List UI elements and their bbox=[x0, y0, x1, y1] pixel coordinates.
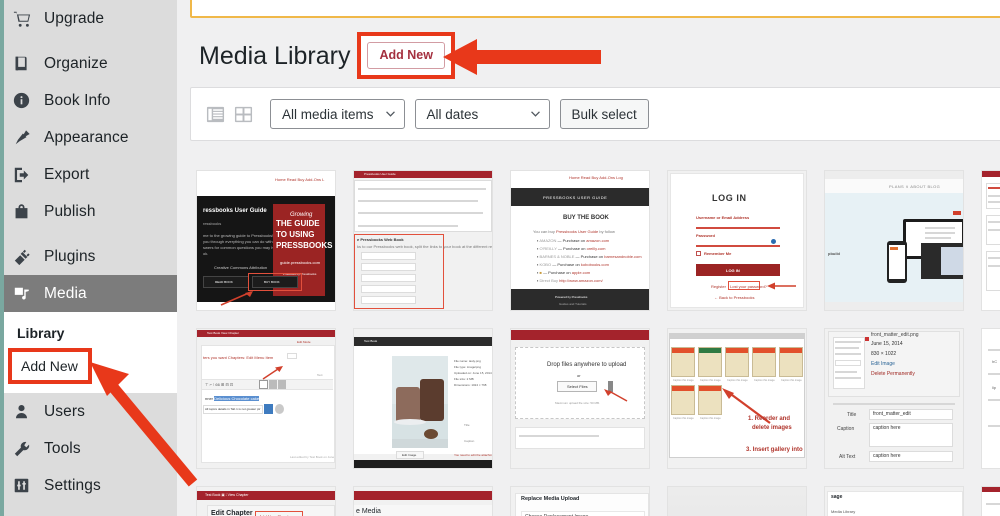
media-item[interactable]: Caption this image Caption this image Ca… bbox=[667, 328, 807, 469]
page-title: Media Library bbox=[199, 41, 351, 70]
brush-icon bbox=[13, 128, 39, 148]
info-icon bbox=[13, 91, 39, 111]
book-icon bbox=[13, 54, 39, 74]
sidebar-item-plugins[interactable]: Plugins bbox=[4, 238, 177, 275]
sidebar-item-label: Appearance bbox=[44, 128, 129, 146]
sidebar-item-label: Upgrade bbox=[44, 9, 105, 27]
grid-view-icon[interactable] bbox=[232, 103, 254, 125]
wrench-icon bbox=[13, 439, 39, 459]
sidebar-subitem-library[interactable]: Library bbox=[4, 318, 177, 348]
add-new-highlight: Add New bbox=[357, 32, 455, 79]
media-toolbar: All media items All dates Bulk select bbox=[190, 87, 1000, 141]
sidebar-item-export[interactable]: Export bbox=[4, 156, 177, 193]
media-item[interactable]: front_matter_edit.png June 15, 2014 830 … bbox=[824, 328, 964, 469]
thumb-arrow-icon bbox=[262, 366, 283, 380]
sidebar-item-label: Users bbox=[44, 402, 85, 420]
sidebar-item-organize[interactable]: Organize bbox=[4, 45, 177, 82]
cart-icon bbox=[13, 9, 39, 29]
media-item[interactable]: Pressbooks User Guide e Pressbooks Web B… bbox=[353, 170, 493, 311]
chevron-down-icon bbox=[530, 111, 540, 117]
bag-icon bbox=[13, 202, 39, 222]
settings-icon bbox=[13, 476, 39, 496]
admin-notice bbox=[190, 0, 1000, 18]
media-item[interactable]: Test Book View Chapter Edit Mode ters yo… bbox=[196, 328, 336, 469]
thumb-arrow-icon bbox=[220, 291, 253, 306]
sidebar-item-media[interactable]: Media bbox=[4, 275, 188, 312]
media-item[interactable]: Test Book ▣ ⁞ View Chapter Edit Chapter … bbox=[196, 486, 336, 516]
media-item[interactable]: Home Read Buy Add-Ons L ressbooks User G… bbox=[196, 170, 336, 311]
media-item[interactable] bbox=[981, 170, 1000, 311]
user-icon bbox=[13, 402, 39, 422]
page-header: Media Library Add New bbox=[199, 32, 455, 79]
media-item[interactable]: hC lip bbox=[981, 328, 1000, 469]
date-filter-value: All dates bbox=[426, 106, 479, 122]
sidebar-item-label: Publish bbox=[44, 202, 96, 220]
main-content: Media Library Add New All media items Al… bbox=[177, 0, 1000, 516]
media-filter-value: All media items bbox=[282, 106, 374, 122]
bulk-select-button[interactable]: Bulk select bbox=[559, 99, 649, 129]
annotation-arrow-to-add-new bbox=[443, 39, 601, 75]
media-item[interactable] bbox=[667, 486, 807, 516]
screen: Upgrade Organize Book Info Appearance Ex bbox=[0, 0, 1000, 516]
media-item[interactable]: LOG IN Username or Email Address Passwor… bbox=[667, 170, 807, 311]
thumb-arrow-icon bbox=[767, 282, 796, 290]
sidebar-item-label: Plugins bbox=[44, 247, 96, 265]
list-view-icon[interactable] bbox=[204, 103, 226, 125]
media-item[interactable] bbox=[981, 486, 1000, 516]
sidebar-item-label: Organize bbox=[44, 54, 108, 72]
sidebar-item-label: Export bbox=[44, 165, 90, 183]
media-grid: Home Read Buy Add-Ons L ressbooks User G… bbox=[196, 170, 1000, 516]
bulk-select-label: Bulk select bbox=[571, 106, 637, 122]
sidebar-item-book-info[interactable]: Book Info bbox=[4, 82, 177, 119]
media-item[interactable]: Drop files anywhere to upload or Select … bbox=[510, 328, 650, 469]
sidebar-item-label: Book Info bbox=[44, 91, 111, 109]
date-filter-select[interactable]: All dates bbox=[414, 99, 550, 129]
sidebar-item-label: Media bbox=[44, 284, 87, 302]
plug-icon bbox=[13, 247, 39, 267]
media-item[interactable]: Replace Media Upload Choose Replacement … bbox=[510, 486, 650, 516]
chevron-down-icon bbox=[385, 111, 395, 117]
export-icon bbox=[13, 165, 39, 185]
media-item[interactable]: PLANS ∨ ABOUT BLOG pbuild bbox=[824, 170, 964, 311]
media-item[interactable]: e Media bbox=[353, 486, 493, 516]
media-item[interactable]: Test Book Edit Image File name: tasty.pn… bbox=[353, 328, 493, 469]
sidebar-item-label: Tools bbox=[44, 439, 81, 457]
sidebar-item-appearance[interactable]: Appearance bbox=[4, 119, 177, 156]
sidebar-item-upgrade[interactable]: Upgrade bbox=[4, 0, 177, 37]
annotation-arrow-to-sidebar-add-new bbox=[90, 362, 198, 487]
sidebar-item-publish[interactable]: Publish bbox=[4, 193, 177, 230]
media-icon bbox=[13, 284, 39, 304]
media-filter-select[interactable]: All media items bbox=[270, 99, 405, 129]
thumb-arrow-icon bbox=[604, 389, 628, 402]
view-mode-switch bbox=[204, 103, 254, 125]
add-new-button[interactable]: Add New bbox=[367, 42, 445, 69]
media-item[interactable]: sage Media Library Search bbox=[824, 486, 964, 516]
media-item[interactable]: Home Read Buy Add-Ons Log PRESSBOOKS USE… bbox=[510, 170, 650, 311]
